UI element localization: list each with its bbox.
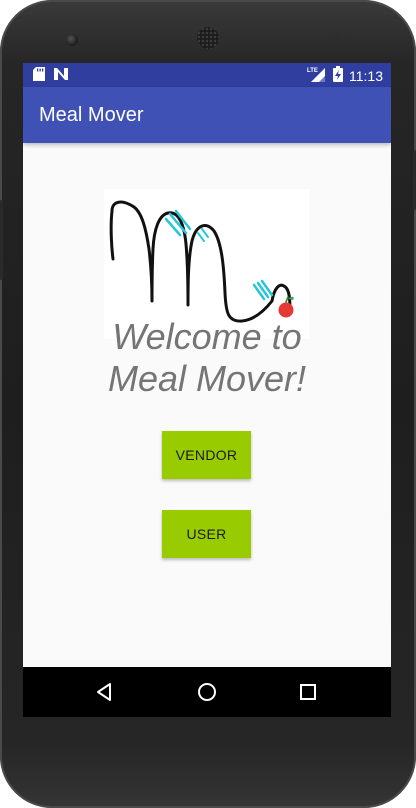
home-icon[interactable] [195,680,219,704]
lte-signal-icon: LTE [307,66,327,85]
screen: LTE 11:13 Meal Mover Welcome to Meal Mov… [23,63,391,717]
network-type-label: LTE [307,68,318,74]
battery-charging-icon [333,66,343,85]
main-content: Welcome to Meal Mover! VENDOR USER [23,143,391,667]
sd-card-icon [33,67,45,84]
status-bar: LTE 11:13 [23,63,391,87]
volume-button [0,200,3,280]
earpiece-speaker [197,27,219,49]
back-icon[interactable] [93,680,117,704]
phone-frame: LTE 11:13 Meal Mover Welcome to Meal Mov… [0,0,416,808]
navigation-bar [23,667,391,717]
status-time: 11:13 [349,67,383,84]
welcome-line-1: Welcome to [112,316,302,357]
recents-icon[interactable] [296,680,320,704]
welcome-text: Welcome to Meal Mover! [23,316,391,400]
light-sensor [345,36,352,43]
app-bar: Meal Mover [23,87,391,143]
welcome-line-2: Meal Mover! [107,358,307,399]
app-title: Meal Mover [39,104,144,126]
notification-n-icon [53,67,69,84]
user-button[interactable]: USER [162,510,251,558]
vendor-button[interactable]: VENDOR [162,431,251,479]
proximity-sensor [333,36,340,43]
front-camera [66,34,78,46]
